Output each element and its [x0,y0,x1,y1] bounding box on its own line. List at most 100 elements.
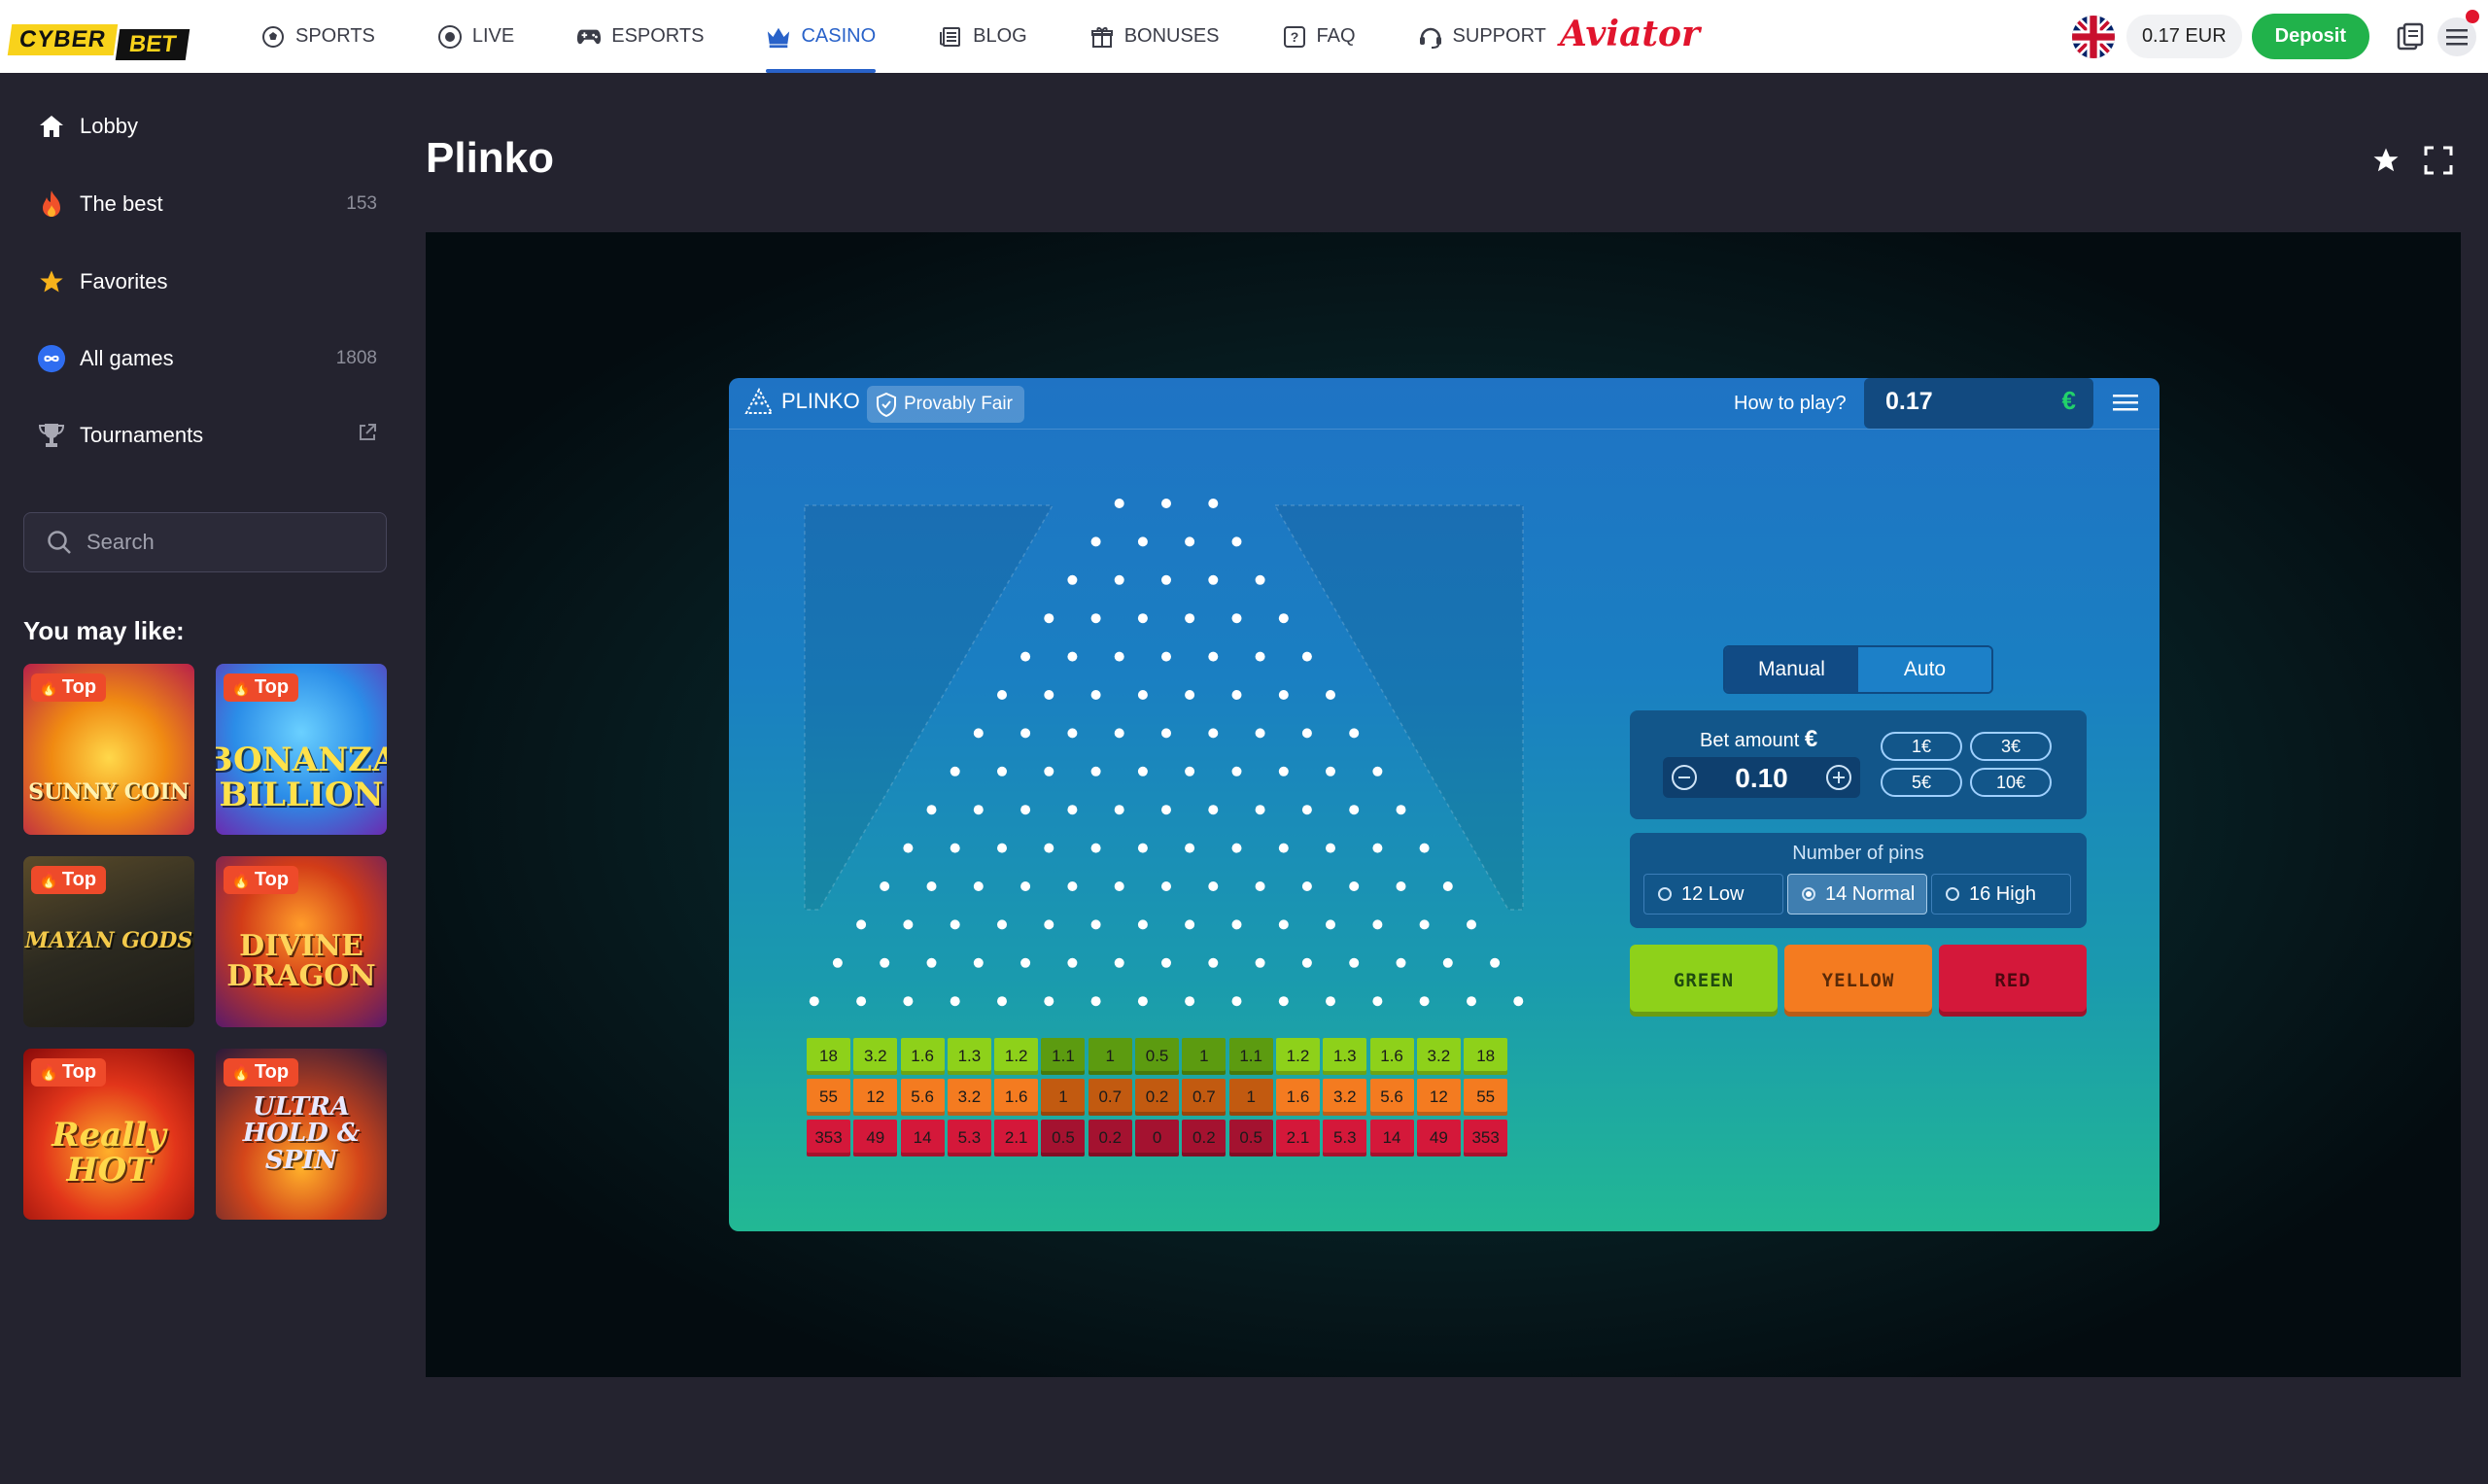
nav-esports[interactable]: ESPORTS [576,0,704,73]
peg [997,919,1007,930]
peg [1185,766,1195,777]
how-to-play-link[interactable]: How to play? [1734,393,1847,415]
multiplier-cell: 18 [1464,1038,1508,1075]
game-tile[interactable]: 🔥 Top MAYAN GODS [23,856,194,1027]
multiplier-cell: 0.2 [1088,1120,1132,1156]
plinko-logo: PLINKO [744,388,860,415]
sidebar-item-all-games[interactable]: All games 1808 [37,334,377,383]
peg [1419,996,1430,1007]
sidebar-item-tournaments[interactable]: Tournaments [37,411,377,460]
betslip-icon [2397,22,2424,50]
game-menu-button[interactable] [2113,392,2138,418]
top-badge: 🔥 Top [224,866,299,894]
peg [1231,690,1242,700]
game-tile[interactable]: 🔥 Top DIVINE DRAGON [216,856,387,1027]
peg [950,996,960,1007]
nav-sports[interactable]: SPORTS [260,0,375,73]
peg [1137,919,1148,930]
multiplier-cell: 1.6 [1369,1038,1414,1075]
peg [1442,957,1453,968]
badge-label: Top [254,676,290,698]
badge-label: Top [254,1061,290,1083]
provably-fair-button[interactable]: Provably Fair [867,386,1024,423]
sidebar-item-the-best[interactable]: The best 153 [37,180,377,228]
multiplier-cell: 5.6 [900,1079,945,1116]
right-guide [1273,504,1524,911]
multiplier-cell: 1.3 [947,1038,991,1075]
peg [926,957,937,968]
tab-auto[interactable]: Auto [1858,647,1991,692]
pins-option-16[interactable]: 16 High [1931,874,2071,915]
bet-amount-label: Bet amount € [1700,726,1817,753]
radio-icon [1802,887,1815,901]
plus-circle-icon [1826,765,1851,790]
top-badge: 🔥 Top [31,1058,107,1087]
quick-bet-5[interactable]: 5€ [1881,768,1962,797]
multiplier-cell: 1.3 [1323,1038,1367,1075]
sidebar-item-lobby[interactable]: Lobby [37,102,377,151]
peg [1114,651,1124,662]
aviator-link[interactable]: Aviator [1560,14,1700,54]
peg [1137,613,1148,624]
game-header: PLINKO Provably Fair How to play? 0.17 € [729,378,2160,430]
quick-bet-3[interactable]: 3€ [1970,732,2052,761]
peg [1020,881,1031,891]
multiplier-cell: 1.6 [994,1079,1039,1116]
game-tile[interactable]: 🔥 Top SUNNY COIN [23,664,194,835]
pins-option-12[interactable]: 12 Low [1643,874,1783,915]
fullscreen-button[interactable] [2424,146,2453,180]
yellow-drop-button[interactable]: YELLOW [1784,945,1932,1017]
radio-icon [1658,887,1672,901]
nav-casino[interactable]: CASINO [766,0,876,73]
peg [1255,957,1265,968]
deposit-button[interactable]: Deposit [2251,14,2369,59]
betslip-button[interactable] [2391,17,2430,56]
peg-field [804,499,1524,1007]
peg [1044,613,1054,624]
multiplier-cell: 1 [1088,1038,1132,1075]
cyberbet-logo[interactable]: CYBER BET [7,19,190,60]
peg [1090,766,1101,777]
hamburger-icon [2446,28,2468,45]
increase-bet-button[interactable] [1825,764,1852,796]
currency-symbol: € [2061,386,2076,415]
game-tile[interactable]: 🔥 Top BONANZA BILLION [216,664,387,835]
multiplier-cell: 0.5 [1041,1120,1086,1156]
tab-manual[interactable]: Manual [1725,647,1858,692]
nav-support[interactable]: SUPPORT [1418,0,1546,73]
peg [1044,996,1054,1007]
peg [1278,766,1289,777]
peg [1090,843,1101,853]
peg [1278,843,1289,853]
quick-bet-1[interactable]: 1€ [1881,732,1962,761]
multiplier-cell: 55 [1464,1079,1508,1116]
game-tile[interactable]: 🔥 Top Really HOT [23,1049,194,1220]
sidebar-item-favorites[interactable]: Favorites [37,258,377,306]
green-drop-button[interactable]: GREEN [1630,945,1778,1017]
nav-blog[interactable]: BLOG [938,0,1027,73]
peg [1419,919,1430,930]
quick-bet-10[interactable]: 10€ [1970,768,2052,797]
nav-live[interactable]: LIVE [437,0,514,73]
red-drop-button[interactable]: RED [1939,945,2087,1017]
favorite-button[interactable] [2371,146,2401,180]
you-may-like-heading: You may like: [23,616,185,645]
sidebar-item-count: 153 [346,193,377,214]
gift-icon [1089,24,1115,50]
nav-faq[interactable]: ? FAQ [1282,0,1356,73]
nav-bonuses[interactable]: BONUSES [1089,0,1220,73]
uk-flag-icon[interactable] [2071,15,2115,58]
peg [1090,613,1101,624]
pins-option-14[interactable]: 14 Normal [1787,874,1927,915]
balance-display[interactable]: 0.17 EUR [2125,15,2242,58]
game-search-input[interactable]: Search [23,512,387,572]
peg [997,996,1007,1007]
fire-icon: 🔥 [39,1064,58,1082]
peg [1185,690,1195,700]
peg [1349,881,1360,891]
nav-label: SUPPORT [1452,25,1546,47]
main-menu-button[interactable] [2437,9,2479,56]
peg [1090,996,1101,1007]
peg [1255,805,1265,815]
game-tile[interactable]: 🔥 Top ULTRA HOLD & SPIN [216,1049,387,1220]
